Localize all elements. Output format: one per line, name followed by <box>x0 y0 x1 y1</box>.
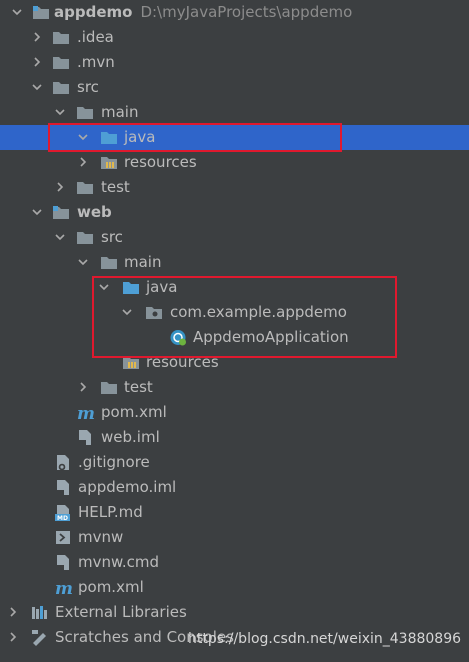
tree-row-web[interactable]: web <box>0 200 469 225</box>
chevron-right-icon[interactable] <box>53 180 67 194</box>
chevron-right-icon[interactable] <box>30 30 44 44</box>
text-file-icon <box>54 554 72 571</box>
tree-row-resources[interactable]: resources <box>0 150 469 175</box>
iml-file-icon <box>76 429 94 446</box>
highlight-box-java <box>48 123 342 152</box>
tree-label: pom.xml <box>78 578 144 596</box>
folder-icon <box>76 104 94 121</box>
tree-label: main <box>124 253 162 271</box>
tree-label: appdemo.iml <box>78 478 177 496</box>
tree-label: web.iml <box>101 428 160 446</box>
tree-row-gitignore[interactable]: .gitignore <box>0 450 469 475</box>
chevron-down-icon[interactable] <box>76 255 90 269</box>
tree-row-web-src[interactable]: src <box>0 225 469 250</box>
chevron-right-icon[interactable] <box>76 380 90 394</box>
chevron-down-icon[interactable] <box>53 105 67 119</box>
tree-row-appdemo[interactable]: appdemo D:\myJavaProjects\appdemo <box>0 0 469 25</box>
maven-icon <box>76 404 94 421</box>
libraries-icon <box>31 604 49 621</box>
tree-row-main[interactable]: main <box>0 100 469 125</box>
tree-label: web <box>77 203 112 221</box>
folder-icon <box>100 254 118 271</box>
chevron-down-icon[interactable] <box>30 205 44 219</box>
chevron-right-icon[interactable] <box>30 55 44 69</box>
module-folder-icon <box>52 204 70 221</box>
maven-icon <box>54 579 72 596</box>
folder-icon <box>100 379 118 396</box>
folder-icon <box>52 29 70 46</box>
project-path: D:\myJavaProjects\appdemo <box>140 3 353 21</box>
tree-label: mvnw.cmd <box>78 553 160 571</box>
tree-label: .gitignore <box>78 453 150 471</box>
tree-row-pom[interactable]: pom.xml <box>0 575 469 600</box>
tree-label: .idea <box>77 28 114 46</box>
tree-label: main <box>101 103 139 121</box>
tree-row-web-test[interactable]: test <box>0 375 469 400</box>
tree-row-external-libraries[interactable]: External Libraries <box>0 600 469 625</box>
tree-row-web-main[interactable]: main <box>0 250 469 275</box>
tree-row-mvnw[interactable]: mvnw <box>0 525 469 550</box>
tree-row-src[interactable]: src <box>0 75 469 100</box>
folder-icon <box>76 179 94 196</box>
tree-row-test[interactable]: test <box>0 175 469 200</box>
tree-row-help-md[interactable]: HELP.md <box>0 500 469 525</box>
iml-file-icon <box>54 479 72 496</box>
shell-script-icon <box>54 529 72 546</box>
module-folder-icon <box>32 4 50 21</box>
tree-row-mvnw-cmd[interactable]: mvnw.cmd <box>0 550 469 575</box>
tree-row-web-pom[interactable]: pom.xml <box>0 400 469 425</box>
tree-row-web-iml[interactable]: web.iml <box>0 425 469 450</box>
tree-label: .mvn <box>77 53 115 71</box>
gitignore-file-icon <box>54 454 72 471</box>
tree-label: test <box>101 178 130 196</box>
tree-row-mvn[interactable]: .mvn <box>0 50 469 75</box>
scratches-icon <box>31 629 49 646</box>
folder-icon <box>52 54 70 71</box>
chevron-down-icon[interactable] <box>30 80 44 94</box>
tree-label: mvnw <box>78 528 124 546</box>
folder-icon <box>52 79 70 96</box>
chevron-down-icon[interactable] <box>10 5 24 19</box>
highlight-box-web-java <box>92 276 397 358</box>
tree-label: resources <box>124 153 197 171</box>
tree-row-idea[interactable]: .idea <box>0 25 469 50</box>
chevron-right-icon[interactable] <box>6 630 20 644</box>
project-name: appdemo <box>54 3 133 21</box>
tree-label: HELP.md <box>78 503 143 521</box>
folder-icon <box>76 229 94 246</box>
chevron-right-icon[interactable] <box>6 605 20 619</box>
tree-label: test <box>124 378 153 396</box>
tree-label: src <box>101 228 123 246</box>
chevron-right-icon[interactable] <box>76 155 90 169</box>
resources-folder-icon <box>100 154 118 171</box>
tree-label: src <box>77 78 99 96</box>
tree-label: pom.xml <box>101 403 167 421</box>
tree-row-appdemo-iml[interactable]: appdemo.iml <box>0 475 469 500</box>
chevron-down-icon[interactable] <box>53 230 67 244</box>
watermark: https://blog.csdn.net/weixin_43880896 <box>188 631 462 647</box>
markdown-file-icon <box>54 504 72 521</box>
tree-label: External Libraries <box>55 603 187 621</box>
